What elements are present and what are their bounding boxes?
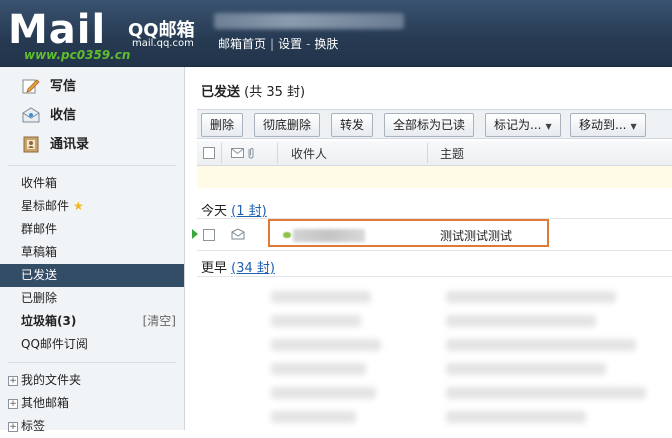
nav-separator: - (306, 37, 311, 51)
empty-spam-link[interactable]: [清空] (143, 310, 176, 333)
mark-as-dropdown[interactable]: 标记为... ▼ (485, 113, 561, 137)
sidebar-group-label: 我的文件夹 (21, 373, 82, 387)
blurred-mail-rows (201, 283, 671, 430)
group-today: 今天 (1 封) (201, 200, 267, 219)
mail-row-checkbox[interactable] (203, 229, 215, 241)
logo-domain-text: mail.qq.com (132, 38, 194, 49)
sidebar-item-spam[interactable]: 垃圾箱(3) [清空] (0, 310, 184, 333)
blurred-row (271, 411, 356, 423)
nav-change-skin[interactable]: 换肤 (314, 37, 338, 51)
column-separator (427, 143, 428, 163)
move-to-dropdown[interactable]: 移动到... ▼ (570, 113, 646, 137)
select-all-checkbox[interactable] (203, 147, 215, 159)
group-earlier-count[interactable]: (34 封) (231, 261, 275, 276)
compose-label: 写信 (50, 79, 77, 94)
mark-all-read-button[interactable]: 全部标为已读 (384, 113, 475, 137)
sidebar-item-label: 已删除 (21, 291, 58, 305)
sidebar-item-label: 群邮件 (21, 222, 58, 236)
blurred-row (271, 387, 376, 399)
mark-as-label: 标记为... (494, 118, 542, 132)
sidebar-item-deleted[interactable]: 已删除 (0, 287, 184, 310)
current-row-indicator (192, 229, 198, 239)
chevron-down-icon: ▼ (630, 122, 637, 131)
sidebar-item-drafts[interactable]: 草稿箱 (0, 241, 184, 264)
mail-list-panel: 已发送 (共 35 封) 删除 彻底删除 转发 全部标为已读 标记为... ▼ 移… (185, 67, 672, 430)
blurred-row (446, 339, 636, 351)
page-title: 已发送 (共 35 封) (201, 81, 305, 100)
group-today-label: 今天 (201, 204, 228, 219)
sidebar-group-label: 标签 (21, 419, 46, 433)
highlight-box (268, 219, 549, 247)
envelope-column-icon (231, 147, 254, 159)
group-earlier: 更早 (34 封) (201, 257, 275, 276)
sidebar-group-tags[interactable]: + 标签 (0, 415, 184, 438)
blurred-row (446, 411, 586, 423)
blurred-row (271, 315, 361, 327)
chevron-down-icon: ▼ (545, 122, 552, 131)
expand-icon[interactable]: + (8, 399, 18, 409)
expand-icon[interactable]: + (8, 376, 18, 386)
envelope-read-icon (231, 228, 245, 240)
logo-mail-text: Mail (8, 7, 107, 53)
contacts-button[interactable]: 通讯录 (0, 130, 184, 159)
nav-settings[interactable]: 设置 (278, 37, 302, 51)
top-bar: Mail QQ邮箱 mail.qq.com www.pc0359.cn 邮箱首页… (0, 0, 672, 67)
pencil-icon (22, 79, 40, 94)
blurred-row (446, 315, 596, 327)
sidebar-divider (8, 362, 176, 363)
nav-separator: | (270, 37, 275, 51)
sidebar-group-my-folders[interactable]: + 我的文件夹 (0, 369, 184, 392)
recipient-column-header[interactable]: 收件人 (291, 145, 327, 162)
sidebar-item-label: QQ邮件订阅 (21, 337, 88, 351)
sidebar-item-group-mail[interactable]: 群邮件 (0, 218, 184, 241)
group-divider (197, 276, 672, 277)
subject-column-header[interactable]: 主题 (440, 145, 464, 162)
folder-title: 已发送 (201, 85, 241, 100)
move-to-label: 移动到... (579, 118, 627, 132)
contacts-icon (23, 136, 39, 153)
sidebar-item-label: 垃圾箱(3) (21, 314, 77, 328)
blurred-row (446, 291, 616, 303)
sidebar-item-label: 收件箱 (21, 176, 58, 190)
blurred-row (446, 387, 646, 399)
delete-button[interactable]: 删除 (201, 113, 244, 137)
receive-button[interactable]: 收信 (0, 101, 184, 130)
sidebar-item-inbox[interactable]: 收件箱 (0, 172, 184, 195)
sidebar-group-other-mailboxes[interactable]: + 其他邮箱 (0, 392, 184, 415)
notice-strip (197, 166, 672, 188)
inbox-icon (22, 107, 40, 123)
column-separator (221, 143, 222, 163)
group-today-count[interactable]: (1 封) (231, 204, 267, 219)
sidebar-group-label: 其他邮箱 (21, 396, 70, 410)
expand-icon[interactable]: + (8, 422, 18, 432)
sidebar: 写信 收信 通讯录 收件箱 星标邮件 ★ 群邮件 草稿箱 已发送 已删除 垃圾箱(… (0, 67, 185, 433)
sidebar-item-label: 星标邮件 (21, 199, 70, 213)
top-nav: 邮箱首页 | 设置 - 换肤 (218, 35, 338, 52)
blurred-row (271, 291, 371, 303)
sidebar-item-starred[interactable]: 星标邮件 ★ (0, 195, 184, 218)
nav-mailbox-home[interactable]: 邮箱首页 (218, 37, 266, 51)
blurred-row (271, 363, 366, 375)
sidebar-item-subscriptions[interactable]: QQ邮件订阅 (0, 333, 184, 356)
list-column-header: 收件人 主题 (197, 141, 672, 166)
watermark: www.pc0359.cn (24, 48, 131, 62)
sidebar-item-label: 草稿箱 (21, 245, 58, 259)
blurred-row (446, 363, 606, 375)
compose-button[interactable]: 写信 (0, 72, 184, 101)
blurred-row (271, 339, 381, 351)
user-account-blurred (214, 13, 404, 29)
mail-count: (共 35 封) (244, 85, 306, 100)
mail-toolbar: 删除 彻底删除 转发 全部标为已读 标记为... ▼ 移动到... ▼ (197, 109, 672, 139)
group-earlier-label: 更早 (201, 261, 228, 276)
sidebar-divider (8, 165, 176, 166)
sidebar-item-sent[interactable]: 已发送 (0, 264, 184, 287)
receive-label: 收信 (50, 108, 77, 123)
contacts-label: 通讯录 (50, 137, 90, 152)
star-icon: ★ (73, 199, 84, 213)
row-divider (197, 250, 672, 251)
column-separator (277, 143, 278, 163)
delete-forever-button[interactable]: 彻底删除 (254, 113, 321, 137)
forward-button[interactable]: 转发 (331, 113, 374, 137)
sidebar-item-label: 已发送 (21, 268, 58, 282)
